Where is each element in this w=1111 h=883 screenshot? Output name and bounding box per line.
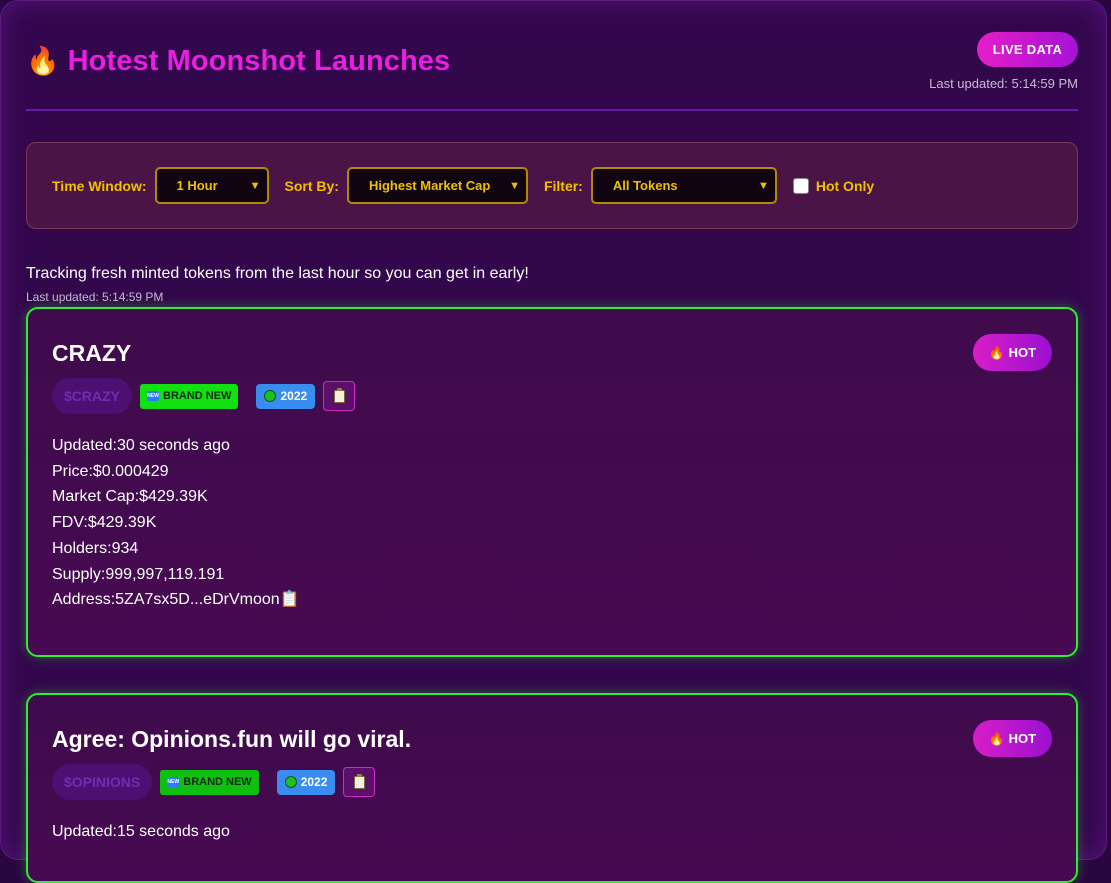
fdv-row: FDV:$429.39K xyxy=(52,510,300,536)
year-label: 2022 xyxy=(280,389,308,403)
address-label: Address: xyxy=(52,591,116,609)
address-row[interactable]: Address:5ZA7sx5D...eDrVmoon📋 xyxy=(52,587,300,613)
brand-new-label: BRAND NEW xyxy=(183,776,252,788)
updated-value: 15 seconds ago xyxy=(116,823,230,840)
token-name: Agree: Opinions.fun will go viral. xyxy=(52,726,412,752)
fdv-value: $429.39K xyxy=(87,514,157,532)
filter-panel: Time Window: 1 Hour ▼ Sort By: Highest M… xyxy=(26,142,1078,229)
token-name: CRAZY xyxy=(52,340,132,366)
tagline: Tracking fresh minted tokens from the la… xyxy=(26,265,529,282)
filter-value: All Tokens xyxy=(612,178,678,193)
updated-value: 30 seconds ago xyxy=(116,437,230,454)
holders-value: 934 xyxy=(111,539,139,557)
new-icon: NEW xyxy=(147,391,160,401)
price-row: Price:$0.000429 xyxy=(52,459,300,485)
copy-button[interactable] xyxy=(343,767,376,797)
year-badge: 2022 xyxy=(276,769,336,795)
market-cap-row: Market Cap:$429.39K xyxy=(52,484,300,510)
time-window-label: Time Window: xyxy=(52,177,147,194)
hot-only-label: Hot Only xyxy=(815,177,875,194)
new-icon: NEW xyxy=(167,777,180,787)
clipboard-icon xyxy=(333,387,345,403)
sort-by-select[interactable]: Highest Market Cap ▼ xyxy=(346,167,528,204)
token-info: Updated:15 seconds ago xyxy=(52,819,230,845)
updated-row: Updated:30 seconds ago xyxy=(52,433,300,459)
year-label: 2022 xyxy=(300,775,328,789)
time-window-value: 1 Hour xyxy=(176,178,218,193)
token-card[interactable]: Agree: Opinions.fun will go viral. 🔥 HOT… xyxy=(26,693,1078,883)
chevron-down-icon: ▼ xyxy=(757,179,769,192)
header: 🔥 Hotest Moonshot Launches LIVE DATA Las… xyxy=(26,31,1078,111)
hot-badge: 🔥 HOT xyxy=(973,720,1052,757)
brand-new-badge: NEW BRAND NEW xyxy=(160,769,259,795)
price-value: $0.000429 xyxy=(92,462,169,480)
hot-only-toggle[interactable]: Hot Only xyxy=(792,177,875,194)
filter-label: Filter: xyxy=(543,177,583,194)
market-cap-value: $429.39K xyxy=(139,488,208,506)
chevron-down-icon: ▼ xyxy=(249,179,261,192)
year-badge: 2022 xyxy=(256,383,316,409)
updated-label: Updated: xyxy=(52,437,117,454)
live-data-button[interactable]: LIVE DATA xyxy=(977,32,1078,67)
page-container: 🔥 Hotest Moonshot Launches LIVE DATA Las… xyxy=(0,0,1107,883)
sort-by-label: Sort By: xyxy=(284,177,339,194)
address-value[interactable]: 5ZA7sx5D...eDrVmoon📋 xyxy=(115,591,299,608)
price-label: Price: xyxy=(52,462,93,480)
green-circle-icon xyxy=(264,390,277,402)
hot-badge: 🔥 HOT xyxy=(973,334,1052,371)
page-title: Hotest Moonshot Launches xyxy=(67,45,451,77)
sort-by-value: Highest Market Cap xyxy=(368,178,491,193)
time-window-select[interactable]: 1 Hour ▼ xyxy=(154,167,269,204)
supply-row: Supply:999,997,119.191 xyxy=(52,562,300,588)
chevron-down-icon: ▼ xyxy=(509,179,520,192)
green-circle-icon xyxy=(284,776,297,788)
token-tags: $CRAZY NEW BRAND NEW 2022 xyxy=(52,378,356,414)
token-tags: $OPINIONS NEW BRAND NEW 2022 xyxy=(52,764,376,800)
supply-value: 999,997,119.191 xyxy=(105,565,225,583)
holders-label: Holders: xyxy=(52,539,112,557)
fdv-label: FDV: xyxy=(52,514,88,532)
header-last-updated: Last updated: 5:14:59 PM xyxy=(929,76,1078,91)
copy-button[interactable] xyxy=(323,381,356,411)
market-cap-label: Market Cap: xyxy=(52,488,140,506)
list-last-updated: Last updated: 5:14:59 PM xyxy=(26,290,164,304)
token-info: Updated:30 seconds ago Price:$0.000429 M… xyxy=(52,433,300,613)
brand-new-label: BRAND NEW xyxy=(163,390,232,402)
hot-only-checkbox[interactable] xyxy=(792,177,809,194)
ticker-badge: $CRAZY xyxy=(52,378,133,414)
token-card[interactable]: CRAZY 🔥 HOT $CRAZY NEW BRAND NEW 2022 Up… xyxy=(26,307,1078,657)
updated-label: Updated: xyxy=(52,823,117,840)
ticker-badge: $OPINIONS xyxy=(52,764,153,800)
holders-row: Holders:934 xyxy=(52,536,300,562)
flame-icon: 🔥 xyxy=(26,46,60,76)
supply-label: Supply: xyxy=(52,565,106,583)
brand-new-badge: NEW BRAND NEW xyxy=(140,383,239,409)
title-row: 🔥 Hotest Moonshot Launches xyxy=(26,45,450,78)
filter-select[interactable]: All Tokens ▼ xyxy=(590,167,777,204)
updated-row: Updated:15 seconds ago xyxy=(52,819,230,845)
clipboard-icon xyxy=(353,773,365,789)
